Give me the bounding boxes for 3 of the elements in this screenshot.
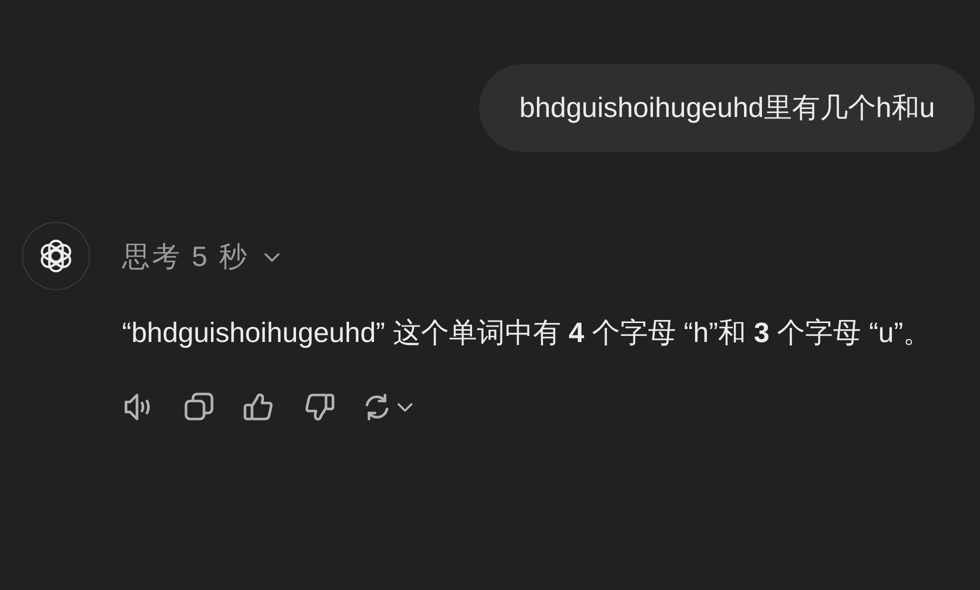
thinking-toggle[interactable]: 思考 5 秒 [122,238,284,276]
user-message: bhdguishoihugeuhd里有几个h和u [479,64,975,152]
assistant-answer: “bhdguishoihugeuhd” 这个单词中有 4 个字母 “h”和 3 个字母 “u”。 [122,316,932,350]
